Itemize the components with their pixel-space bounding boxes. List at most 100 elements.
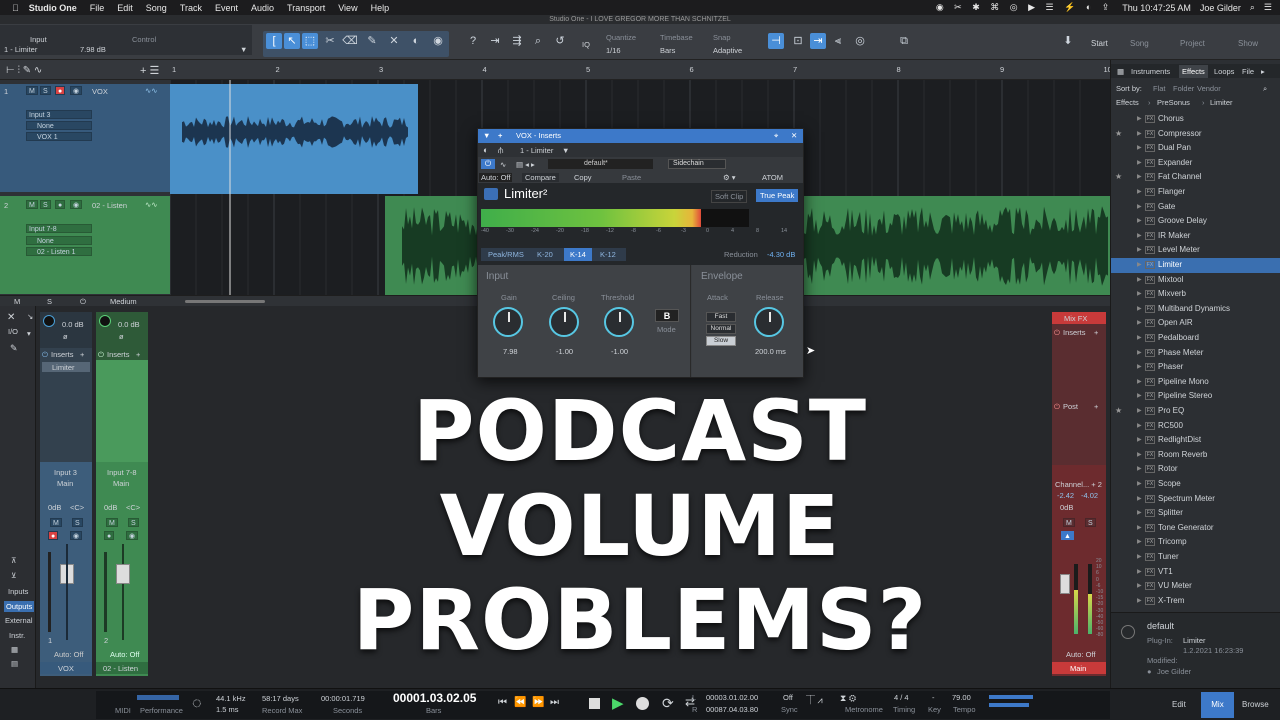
expand-icon[interactable]: ▶ <box>1137 229 1142 244</box>
ruler-bar-2[interactable]: 2 <box>276 65 280 74</box>
expand-icon[interactable]: ▶ <box>1137 360 1142 375</box>
effect-item-tricomp[interactable]: ▶ FX Tricomp <box>1111 535 1280 550</box>
mixfx-select[interactable]: Mix FX <box>1064 314 1087 323</box>
menu-song[interactable]: Song <box>146 3 167 13</box>
apple-icon[interactable]:  <box>12 3 19 13</box>
rewind-icon[interactable]: ⏪ <box>514 697 526 708</box>
effect-item-rc500[interactable]: ▶ FX RC500 <box>1111 419 1280 434</box>
effect-item-scope[interactable]: ▶ FX Scope <box>1111 477 1280 492</box>
copy-button[interactable]: Copy <box>574 173 592 182</box>
expand-icon[interactable]: ▶ <box>1137 550 1142 565</box>
expand-icon[interactable]: ▶ <box>1137 258 1142 273</box>
close-icon[interactable]: ✕ <box>7 312 15 323</box>
effect-item-ir-maker[interactable]: ▶ FX IR Maker <box>1111 229 1280 244</box>
ceiling-value[interactable]: -1.00 <box>556 347 573 356</box>
effect-item-pipeline-stereo[interactable]: ▶ FX Pipeline Stereo <box>1111 389 1280 404</box>
add-insert-icon[interactable]: + <box>1094 328 1098 337</box>
gain-value[interactable]: 7.98 <box>503 347 518 356</box>
eraser-tool-icon[interactable]: ⌫ <box>342 33 358 49</box>
effect-item-splitter[interactable]: ▶ FX Splitter <box>1111 506 1280 521</box>
attack-normal-button[interactable]: Normal <box>706 324 736 334</box>
metronome-icon[interactable]: ⧗ ⚙ <box>840 693 856 704</box>
effect-item-gate[interactable]: ▶ FX Gate <box>1111 200 1280 215</box>
expand-icon[interactable]: ▶ <box>1137 477 1142 492</box>
ruler-bar-4[interactable]: 4 <box>483 65 487 74</box>
track-name[interactable]: VOX <box>92 87 108 96</box>
effect-item-groove-delay[interactable]: ▶ FX Groove Delay <box>1111 214 1280 229</box>
solo-button[interactable]: S <box>40 200 51 209</box>
loop-right-value[interactable]: 00087.04.03.80 <box>706 705 758 714</box>
add-insert-icon[interactable]: + <box>136 350 140 359</box>
expand-icon[interactable]: ▶ <box>1137 433 1142 448</box>
expand-icon[interactable]: ▶ <box>1137 156 1142 171</box>
expand-icon[interactable]: ▶ <box>1137 302 1142 317</box>
effect-item-level-meter[interactable]: ▶ FX Level Meter <box>1111 243 1280 258</box>
effect-item-limiter[interactable]: ▶ FX Limiter <box>1111 258 1280 273</box>
sidechain-button[interactable]: Sidechain <box>668 159 726 169</box>
phase-icon[interactable]: ø <box>119 332 124 341</box>
effect-item-redlightdist[interactable]: ▶ FX RedlightDist <box>1111 433 1280 448</box>
effect-item-mixtool[interactable]: ▶ FX Mixtool <box>1111 273 1280 288</box>
menu-view[interactable]: View <box>338 3 357 13</box>
ruler-bar-5[interactable]: 5 <box>586 65 590 74</box>
tab-loops[interactable]: Loops <box>1214 67 1234 76</box>
effect-item-tuner[interactable]: ▶ FX Tuner <box>1111 550 1280 565</box>
sort-folder[interactable]: Folder <box>1173 84 1194 93</box>
close-icon[interactable]: ✕ <box>791 129 797 143</box>
pin-icon[interactable]: ⌖ <box>774 129 778 143</box>
monitor-button[interactable]: ◉ <box>70 200 83 209</box>
track-size-select[interactable]: Medium <box>110 297 137 306</box>
expand-icon[interactable]: ▶ <box>1137 214 1142 229</box>
footer-m[interactable]: M <box>14 297 20 306</box>
expand-icon[interactable]: ▶ <box>1137 243 1142 258</box>
record-button[interactable]: ● <box>55 200 66 209</box>
timebase-value[interactable]: Bars <box>660 46 675 55</box>
input-value[interactable]: 7.98 dB <box>80 45 106 54</box>
output-select[interactable]: 02 - Listen 1 <box>26 247 92 256</box>
expand-icon[interactable]: ▶ <box>1137 287 1142 302</box>
expand-icon[interactable]: ▶ <box>1137 200 1142 215</box>
automation-icon[interactable]: ∿∿ <box>145 200 158 209</box>
path-presonus[interactable]: PreSonus <box>1157 98 1190 107</box>
timing-value[interactable]: 4 / 4 <box>894 693 909 702</box>
effect-item-fat-channel[interactable]: ★ ▶ FX Fat Channel <box>1111 170 1280 185</box>
sync-value[interactable]: Off <box>783 693 793 702</box>
snap-cursor-icon[interactable]: ⇥ <box>810 33 826 49</box>
path-limiter[interactable]: Limiter <box>1210 98 1233 107</box>
wrench-icon[interactable]: ✎ <box>10 343 18 354</box>
routing-icon[interactable]: ⫛ <box>498 145 503 156</box>
input-select[interactable]: Input 7-8 <box>26 224 92 233</box>
input-select[interactable]: Input 3 <box>26 110 92 119</box>
inserts-label[interactable]: Inserts <box>107 350 130 359</box>
expand-icon[interactable]: ▶ <box>1137 535 1142 550</box>
expand-icon[interactable]: ▶ <box>1137 375 1142 390</box>
settings-icon[interactable]: ⚙ ▾ <box>723 173 736 182</box>
rewind-start-icon[interactable]: ⏮ <box>498 697 507 708</box>
expand-icon[interactable]: ▶ <box>1137 448 1142 463</box>
expand-icon[interactable]: ▶ <box>1137 273 1142 288</box>
true-peak-button[interactable]: True Peak <box>756 189 799 202</box>
expand-icon[interactable]: ▶ <box>1137 346 1142 361</box>
follow-icon[interactable]: ⇶ <box>509 33 525 49</box>
track-header-listen[interactable]: 2 M S ● ◉ 02 - Listen ∿∿ Input 7-8 None … <box>0 196 170 294</box>
menu-track[interactable]: Track <box>180 3 202 13</box>
paint-tool-icon[interactable]: ✎ <box>364 33 380 49</box>
effect-item-mixverb[interactable]: ▶ FX Mixverb <box>1111 287 1280 302</box>
slot-select[interactable]: 1 - Limiter <box>520 146 553 155</box>
preset-menu-icon[interactable]: ▤ ◂ ▸ <box>516 160 535 169</box>
slot-dropdown-icon[interactable]: ▼ <box>562 146 569 155</box>
effect-item-vu-meter[interactable]: ▶ FX VU Meter <box>1111 579 1280 594</box>
expand-icon[interactable]: ▶ <box>1137 594 1142 609</box>
seconds-value[interactable]: 00:00:01.719 <box>321 694 365 703</box>
effect-item-expander[interactable]: ▶ FX Expander <box>1111 156 1280 171</box>
track-header-vox[interactable]: 1 M S ● ◉ VOX ∿∿ Input 3 None VOX 1 <box>0 84 170 192</box>
automation-icon[interactable]: ∿∿ <box>145 86 158 95</box>
bypass-icon[interactable]: ⏻ <box>481 159 495 169</box>
io-label[interactable]: I/O <box>8 327 18 336</box>
browse-button[interactable]: Browse <box>1242 700 1269 709</box>
expand-icon[interactable]: ▶ <box>1137 127 1142 142</box>
effect-item-rotor[interactable]: ▶ FX Rotor <box>1111 462 1280 477</box>
tab-instruments[interactable]: Instruments <box>1131 67 1170 76</box>
play-icon[interactable]: ▶ <box>612 694 624 712</box>
mode-k14[interactable]: K-14 <box>564 248 592 261</box>
